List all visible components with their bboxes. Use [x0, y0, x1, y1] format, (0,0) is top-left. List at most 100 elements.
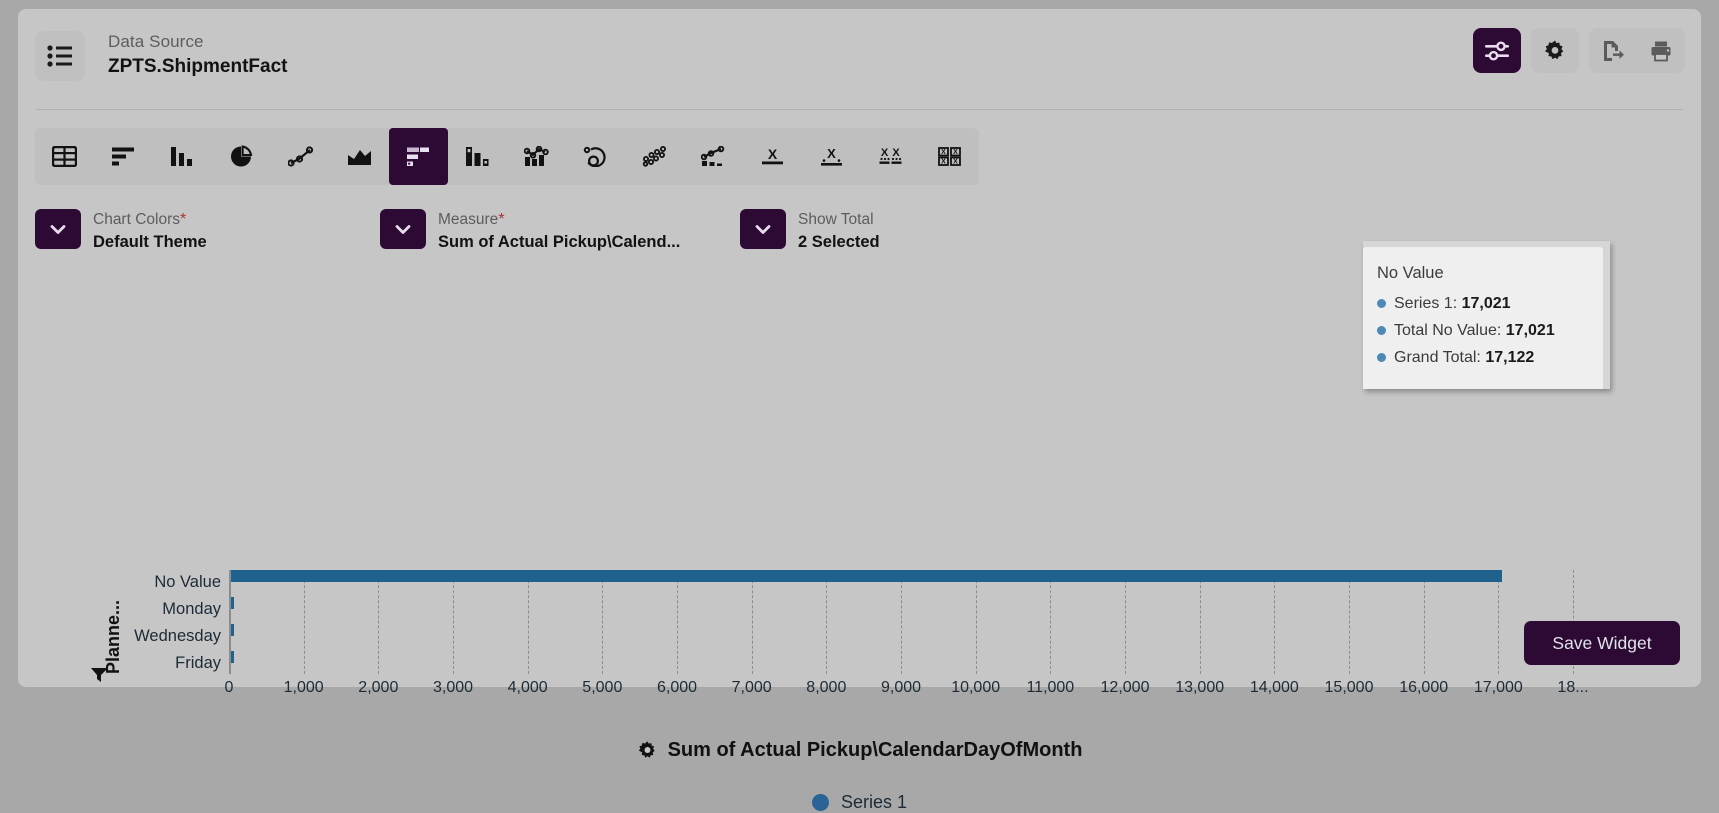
gridline: [1125, 570, 1126, 674]
chevron-down-icon[interactable]: [35, 209, 81, 249]
gridline: [751, 570, 753, 674]
grouped-column-chart-icon[interactable]: [448, 128, 507, 185]
filter-settings-icon[interactable]: [1473, 28, 1521, 73]
kpi-single-icon[interactable]: X: [743, 128, 802, 185]
config-value-chart-colors[interactable]: Default Theme: [93, 232, 207, 253]
chart-type-toolbar: X X XX XXXX: [35, 128, 979, 185]
svg-text:X: X: [827, 146, 836, 161]
config-value-show-total[interactable]: 2 Selected: [798, 232, 880, 253]
data-source-block: Data Source ZPTS.ShipmentFact: [108, 31, 287, 79]
required-marker: *: [498, 211, 505, 228]
config-label-show-total: Show Total: [798, 211, 874, 228]
x-tick-label: 11,000: [1026, 679, 1075, 696]
pie-chart-icon[interactable]: [212, 128, 271, 185]
config-label-measure: Measure: [438, 211, 499, 228]
legend: Series 1: [18, 792, 1701, 813]
gridline: [1274, 570, 1276, 674]
x-tick-label: 5,000: [582, 679, 623, 696]
save-widget-button[interactable]: Save Widget: [1524, 621, 1680, 665]
x-tick-label: 18...: [1557, 679, 1589, 696]
export-print-group: [1589, 28, 1685, 73]
x-tick-label: 4,000: [507, 679, 548, 696]
bar[interactable]: [231, 651, 234, 663]
x-tick-label: 16,000: [1399, 679, 1449, 696]
legend-item-label[interactable]: Series 1: [841, 792, 907, 813]
gear-icon[interactable]: [1531, 28, 1579, 73]
y-tick-label: Friday: [175, 654, 221, 672]
gridline: [1199, 570, 1201, 674]
bar[interactable]: [231, 597, 234, 609]
tooltip-row-label: Grand Total:: [1394, 349, 1481, 366]
x-axis-title-text: Sum of Actual Pickup\CalendarDayOfMonth: [667, 739, 1083, 761]
data-source-value: ZPTS.ShipmentFact: [108, 56, 288, 77]
svg-text:X: X: [768, 146, 778, 162]
x-tick-label: 10,000: [951, 679, 1001, 696]
x-tick-label: 0: [224, 679, 234, 696]
x-tick-label: 7,000: [731, 679, 772, 696]
gridline: [1349, 570, 1350, 674]
column-chart-icon[interactable]: [153, 128, 212, 185]
gridline: [527, 570, 529, 674]
svg-text:X: X: [881, 147, 889, 159]
x-tick-label: 17,000: [1473, 679, 1523, 696]
y-tick-label: Monday: [162, 600, 221, 618]
config-row: Chart Colors* Default Theme Measure* Sum…: [35, 209, 935, 259]
svg-text:X: X: [941, 149, 946, 156]
config-measure: Measure* Sum of Actual Pickup\Calend...: [380, 209, 680, 253]
x-tick-label: 12,000: [1100, 679, 1150, 696]
header: Data Source ZPTS.ShipmentFact: [18, 9, 1701, 110]
tooltip-row-value: 17,021: [1461, 295, 1511, 312]
tooltip-dot-icon: [1377, 299, 1386, 308]
kpi-trend-icon[interactable]: X: [802, 128, 861, 185]
x-tick-label: 3,000: [432, 679, 474, 696]
gridline: [901, 570, 902, 674]
required-marker: *: [180, 211, 187, 228]
export-icon[interactable]: [1589, 28, 1637, 73]
legend-color-swatch: [811, 794, 829, 811]
line-chart-icon[interactable]: [271, 128, 330, 185]
y-axis-tick-labels: No Value Monday Wednesday Friday: [118, 569, 221, 677]
donut-gauge-chart-icon[interactable]: [566, 128, 625, 185]
gridline: [303, 570, 305, 674]
gridline: [677, 570, 678, 674]
chevron-down-icon[interactable]: [380, 209, 426, 249]
tooltip-title: No Value: [1377, 264, 1444, 282]
x-tick-label: 6,000: [656, 679, 698, 696]
plot-area: [229, 570, 1574, 674]
tooltip-dot-icon: [1377, 326, 1386, 335]
config-value-measure[interactable]: Sum of Actual Pickup\Calend...: [438, 232, 680, 253]
line-column-chart-icon[interactable]: [684, 128, 743, 185]
config-label-chart-colors: Chart Colors: [93, 211, 180, 228]
y-tick-label: Wednesday: [134, 627, 221, 645]
gridline: [1498, 570, 1500, 674]
bar[interactable]: [231, 624, 235, 636]
area-chart-icon[interactable]: [330, 128, 389, 185]
tooltip-row-label: Series 1:: [1394, 295, 1458, 312]
x-tick-label: 13,000: [1175, 679, 1225, 696]
config-show-total: Show Total 2 Selected: [740, 209, 880, 253]
chevron-down-icon[interactable]: [740, 209, 786, 249]
table-chart-icon[interactable]: [35, 128, 94, 185]
config-chart-colors: Chart Colors* Default Theme: [35, 209, 207, 253]
gridline: [453, 570, 454, 674]
bubble-chart-icon[interactable]: [625, 128, 684, 185]
x-tick-label: 15,000: [1324, 679, 1374, 696]
chart-tooltip: No Value Series 1: 17,021 Total No Value…: [1363, 241, 1610, 389]
list-icon[interactable]: [35, 31, 85, 81]
kpi-multi-icon[interactable]: XX: [861, 128, 920, 185]
tooltip-row: Series 1: 17,021: [1377, 290, 1589, 317]
gear-icon[interactable]: [637, 740, 658, 761]
gridline: [975, 570, 977, 674]
svg-text:X: X: [941, 159, 946, 166]
print-icon[interactable]: [1637, 28, 1685, 73]
bar[interactable]: [231, 570, 1502, 582]
combo-chart-icon[interactable]: [507, 128, 566, 185]
x-tick-label: 14,000: [1249, 679, 1299, 696]
horizontal-bar-chart-icon[interactable]: [94, 128, 153, 185]
kpi-grid-icon[interactable]: XXXX: [920, 128, 979, 185]
stacked-bar-chart-icon[interactable]: [389, 128, 448, 185]
tooltip-row-value: 17,122: [1485, 349, 1535, 366]
y-tick-label: No Value: [154, 573, 221, 591]
x-axis-tick-labels: 0 1,000 2,000 3,000 4,000 5,000 6,000 7,000 8,00…: [18, 679, 1701, 703]
tooltip-row-value: 17,021: [1505, 322, 1555, 339]
